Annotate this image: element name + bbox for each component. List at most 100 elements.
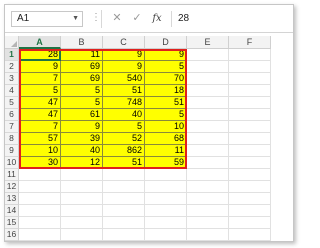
enter-icon[interactable]: ✓ <box>129 11 145 27</box>
cell-b12[interactable] <box>61 181 103 193</box>
resize-handle-icon[interactable]: ⋮ <box>91 11 101 27</box>
row-header-9[interactable]: 9 <box>5 145 19 157</box>
cell-b9[interactable]: 40 <box>61 145 103 157</box>
cell-f13[interactable] <box>229 193 271 205</box>
cell-e4[interactable] <box>187 85 229 97</box>
cell-a2[interactable]: 9 <box>19 61 61 73</box>
column-header-b[interactable]: B <box>61 36 103 49</box>
cell-f11[interactable] <box>229 169 271 181</box>
cell-d2[interactable]: 5 <box>145 61 187 73</box>
row-header-11[interactable]: 11 <box>5 169 19 181</box>
row-header-15[interactable]: 15 <box>5 217 19 229</box>
cell-f16[interactable] <box>229 229 271 241</box>
column-header-d[interactable]: D <box>145 36 187 49</box>
cell-e11[interactable] <box>187 169 229 181</box>
cell-c9[interactable]: 862 <box>103 145 145 157</box>
column-header-a[interactable]: A <box>19 36 61 49</box>
cell-a14[interactable] <box>19 205 61 217</box>
column-header-f[interactable]: F <box>229 36 271 49</box>
cell-a10[interactable]: 30 <box>19 157 61 169</box>
cell-a11[interactable] <box>19 169 61 181</box>
cell-b15[interactable] <box>61 217 103 229</box>
cell-d11[interactable] <box>145 169 187 181</box>
cell-c3[interactable]: 540 <box>103 73 145 85</box>
row-header-3[interactable]: 3 <box>5 73 19 85</box>
row-header-5[interactable]: 5 <box>5 97 19 109</box>
cell-e13[interactable] <box>187 193 229 205</box>
cell-c8[interactable]: 52 <box>103 133 145 145</box>
cell-a7[interactable]: 7 <box>19 121 61 133</box>
cell-e10[interactable] <box>187 157 229 169</box>
cell-c5[interactable]: 748 <box>103 97 145 109</box>
cell-a15[interactable] <box>19 217 61 229</box>
cell-d8[interactable]: 68 <box>145 133 187 145</box>
cell-f10[interactable] <box>229 157 271 169</box>
row-header-7[interactable]: 7 <box>5 121 19 133</box>
cell-b13[interactable] <box>61 193 103 205</box>
cell-b7[interactable]: 9 <box>61 121 103 133</box>
cell-a4[interactable]: 5 <box>19 85 61 97</box>
chevron-down-icon[interactable]: ▼ <box>72 12 79 26</box>
cell-f3[interactable] <box>229 73 271 85</box>
cell-a9[interactable]: 10 <box>19 145 61 157</box>
cell-a5[interactable]: 47 <box>19 97 61 109</box>
row-header-10[interactable]: 10 <box>5 157 19 169</box>
cell-c13[interactable] <box>103 193 145 205</box>
cell-d5[interactable]: 51 <box>145 97 187 109</box>
cell-e15[interactable] <box>187 217 229 229</box>
cell-b5[interactable]: 5 <box>61 97 103 109</box>
row-header-16[interactable]: 16 <box>5 229 19 241</box>
cell-e12[interactable] <box>187 181 229 193</box>
select-all-button[interactable] <box>5 36 19 49</box>
cell-e6[interactable] <box>187 109 229 121</box>
row-header-8[interactable]: 8 <box>5 133 19 145</box>
cell-d14[interactable] <box>145 205 187 217</box>
cell-d13[interactable] <box>145 193 187 205</box>
column-header-c[interactable]: C <box>103 36 145 49</box>
cell-a6[interactable]: 47 <box>19 109 61 121</box>
row-header-12[interactable]: 12 <box>5 181 19 193</box>
cell-c16[interactable] <box>103 229 145 241</box>
formula-input[interactable]: 28 <box>171 11 289 27</box>
cell-e5[interactable] <box>187 97 229 109</box>
cell-c2[interactable]: 9 <box>103 61 145 73</box>
cell-f9[interactable] <box>229 145 271 157</box>
cell-c1[interactable]: 9 <box>103 49 145 61</box>
cell-f15[interactable] <box>229 217 271 229</box>
cell-c4[interactable]: 51 <box>103 85 145 97</box>
cancel-icon[interactable]: ✕ <box>109 11 125 27</box>
cell-a16[interactable] <box>19 229 61 241</box>
cell-b10[interactable]: 12 <box>61 157 103 169</box>
cell-b3[interactable]: 69 <box>61 73 103 85</box>
row-header-1[interactable]: 1 <box>5 49 19 61</box>
cell-b16[interactable] <box>61 229 103 241</box>
cell-f1[interactable] <box>229 49 271 61</box>
cell-d9[interactable]: 11 <box>145 145 187 157</box>
cell-d16[interactable] <box>145 229 187 241</box>
cell-c7[interactable]: 5 <box>103 121 145 133</box>
cell-d4[interactable]: 18 <box>145 85 187 97</box>
row-header-2[interactable]: 2 <box>5 61 19 73</box>
cell-e1[interactable] <box>187 49 229 61</box>
cell-d1[interactable]: 9 <box>145 49 187 61</box>
cell-d7[interactable]: 10 <box>145 121 187 133</box>
cell-e3[interactable] <box>187 73 229 85</box>
cell-e8[interactable] <box>187 133 229 145</box>
cell-f12[interactable] <box>229 181 271 193</box>
cell-c11[interactable] <box>103 169 145 181</box>
cell-b8[interactable]: 39 <box>61 133 103 145</box>
cell-d10[interactable]: 59 <box>145 157 187 169</box>
cell-f6[interactable] <box>229 109 271 121</box>
cell-f2[interactable] <box>229 61 271 73</box>
cell-c12[interactable] <box>103 181 145 193</box>
cell-e9[interactable] <box>187 145 229 157</box>
cell-d6[interactable]: 5 <box>145 109 187 121</box>
row-header-6[interactable]: 6 <box>5 109 19 121</box>
cell-c6[interactable]: 40 <box>103 109 145 121</box>
cell-f4[interactable] <box>229 85 271 97</box>
cell-b4[interactable]: 5 <box>61 85 103 97</box>
cell-e14[interactable] <box>187 205 229 217</box>
cell-a8[interactable]: 57 <box>19 133 61 145</box>
column-header-e[interactable]: E <box>187 36 229 49</box>
cell-d3[interactable]: 70 <box>145 73 187 85</box>
